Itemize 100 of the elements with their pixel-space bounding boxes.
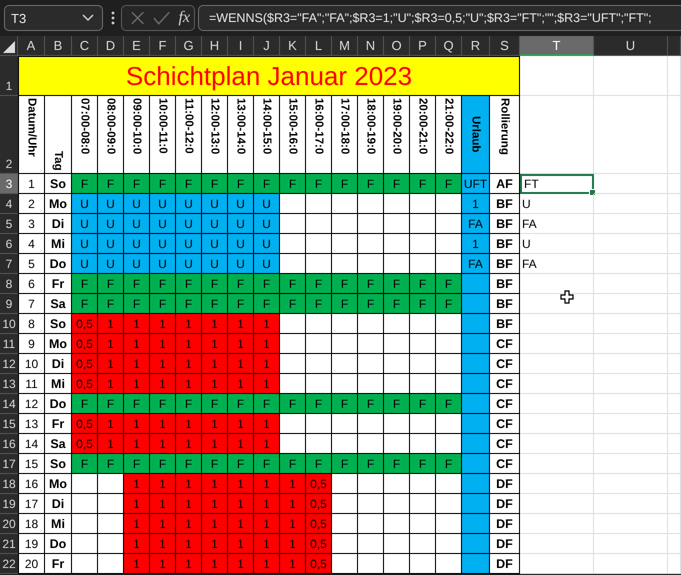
table-cell: 1 bbox=[176, 494, 202, 514]
table-cell: 6 bbox=[18, 274, 45, 294]
chevron-down-icon[interactable] bbox=[82, 14, 94, 22]
table-cell: U bbox=[254, 214, 280, 234]
row-header[interactable]: 8 bbox=[0, 274, 18, 294]
row-header[interactable]: 7 bbox=[0, 254, 18, 274]
column-header[interactable]: U bbox=[594, 36, 668, 56]
column-header[interactable]: P bbox=[410, 36, 436, 56]
table-cell: 1 bbox=[202, 474, 228, 494]
column-header[interactable]: G bbox=[176, 36, 202, 56]
table-cell: U bbox=[124, 234, 150, 254]
column-header[interactable]: E bbox=[124, 36, 150, 56]
row-header[interactable]: 11 bbox=[0, 334, 18, 354]
row-header[interactable]: 15 bbox=[0, 414, 18, 434]
row-header[interactable]: 19 bbox=[0, 494, 18, 514]
table-cell: F bbox=[410, 294, 436, 314]
column-header[interactable]: A bbox=[18, 36, 45, 56]
check-icon[interactable] bbox=[153, 10, 170, 26]
table-cell: CF bbox=[490, 354, 520, 374]
table-cell: F bbox=[72, 294, 98, 314]
column-header[interactable]: L bbox=[306, 36, 332, 56]
column-header[interactable]: C bbox=[72, 36, 98, 56]
column-header[interactable]: T bbox=[520, 36, 594, 56]
table-cell: F bbox=[202, 274, 228, 294]
table-cell: BF bbox=[490, 274, 520, 294]
table-cell: 1 bbox=[202, 534, 228, 554]
column-header[interactable]: Q bbox=[436, 36, 462, 56]
fill-handle[interactable] bbox=[589, 189, 596, 196]
table-cell: BF bbox=[490, 294, 520, 314]
table-cell: 13 bbox=[18, 414, 45, 434]
row-header[interactable]: 10 bbox=[0, 314, 18, 334]
table-cell: 1 bbox=[176, 514, 202, 534]
table-cell: F bbox=[254, 274, 280, 294]
row-header[interactable]: 16 bbox=[0, 434, 18, 454]
table-cell: U bbox=[228, 254, 254, 274]
row-header[interactable]: 4 bbox=[0, 194, 18, 214]
row-header[interactable]: 22 bbox=[0, 554, 18, 574]
column-header[interactable]: H bbox=[202, 36, 228, 56]
table-cell: F bbox=[358, 394, 384, 414]
table-cell: 1 bbox=[254, 534, 280, 554]
column-title: Tag bbox=[52, 151, 64, 171]
row-header[interactable]: 18 bbox=[0, 474, 18, 494]
table-cell: 1 bbox=[124, 534, 150, 554]
select-all-button[interactable] bbox=[0, 36, 18, 56]
table-cell: 1 bbox=[228, 354, 254, 374]
table-cell: 1 bbox=[124, 414, 150, 434]
insert-function-button[interactable]: fx bbox=[178, 9, 190, 27]
table-cell: FT bbox=[520, 174, 594, 194]
cancel-icon[interactable] bbox=[130, 10, 146, 26]
column-header[interactable]: N bbox=[358, 36, 384, 56]
column-title: 12:00-13:0 bbox=[208, 98, 220, 154]
name-box[interactable]: T3 bbox=[4, 5, 103, 31]
table-cell: F bbox=[280, 394, 306, 414]
table-cell: 0,5 bbox=[306, 494, 332, 514]
table-cell: 1 bbox=[202, 434, 228, 454]
row-header[interactable]: 9 bbox=[0, 294, 18, 314]
column-header[interactable]: F bbox=[150, 36, 176, 56]
table-cell: 1 bbox=[280, 474, 306, 494]
empty-cell bbox=[668, 394, 681, 414]
column-header[interactable]: D bbox=[98, 36, 124, 56]
table-cell: F bbox=[410, 274, 436, 294]
column-title: 08:00-09:0 bbox=[104, 98, 116, 154]
table-cell: 0,5 bbox=[72, 334, 98, 354]
row-header[interactable]: 17 bbox=[0, 454, 18, 474]
column-header[interactable]: M bbox=[332, 36, 358, 56]
row-header[interactable]: 14 bbox=[0, 394, 18, 414]
row-header[interactable]: 13 bbox=[0, 374, 18, 394]
table-cell: DF bbox=[490, 474, 520, 494]
row-header[interactable]: 21 bbox=[0, 534, 18, 554]
table-cell: 1 bbox=[124, 314, 150, 334]
row-header[interactable]: 20 bbox=[0, 514, 18, 534]
table-cell: CF bbox=[490, 414, 520, 434]
table-cell: F bbox=[98, 454, 124, 474]
row-header[interactable]: 1 bbox=[0, 56, 18, 96]
column-header[interactable]: B bbox=[45, 36, 72, 56]
more-options-icon[interactable] bbox=[111, 10, 115, 26]
table-cell: U bbox=[98, 254, 124, 274]
table-cell: 1 bbox=[254, 554, 280, 574]
row-header[interactable]: 3 bbox=[0, 174, 18, 194]
column-header[interactable]: R bbox=[462, 36, 490, 56]
row-header[interactable]: 2 bbox=[0, 96, 18, 174]
empty-cell bbox=[668, 434, 681, 454]
table-cell: 1 bbox=[98, 414, 124, 434]
row-header[interactable]: 12 bbox=[0, 354, 18, 374]
column-header[interactable]: O bbox=[384, 36, 410, 56]
table-cell: U bbox=[228, 194, 254, 214]
table-cell: F bbox=[124, 174, 150, 194]
column-header[interactable]: I bbox=[228, 36, 254, 56]
column-header[interactable]: K bbox=[280, 36, 306, 56]
row-header[interactable]: 5 bbox=[0, 214, 18, 234]
column-title: 07:00-08:0 bbox=[78, 98, 90, 154]
table-cell: 1 bbox=[176, 334, 202, 354]
column-header[interactable]: S bbox=[490, 36, 520, 56]
formula-field[interactable]: =WENNS($R3="FA";"FA";$R3=1;"U";$R3=0,5;"U";$R3="FT";"";$R3="UFT";"FT"; bbox=[198, 5, 681, 31]
row-header[interactable]: 6 bbox=[0, 234, 18, 254]
table-cell: 17 bbox=[18, 494, 45, 514]
column-header[interactable]: J bbox=[254, 36, 280, 56]
table-cell: U bbox=[520, 194, 594, 214]
table-cell: F bbox=[150, 174, 176, 194]
table-cell: F bbox=[254, 174, 280, 194]
